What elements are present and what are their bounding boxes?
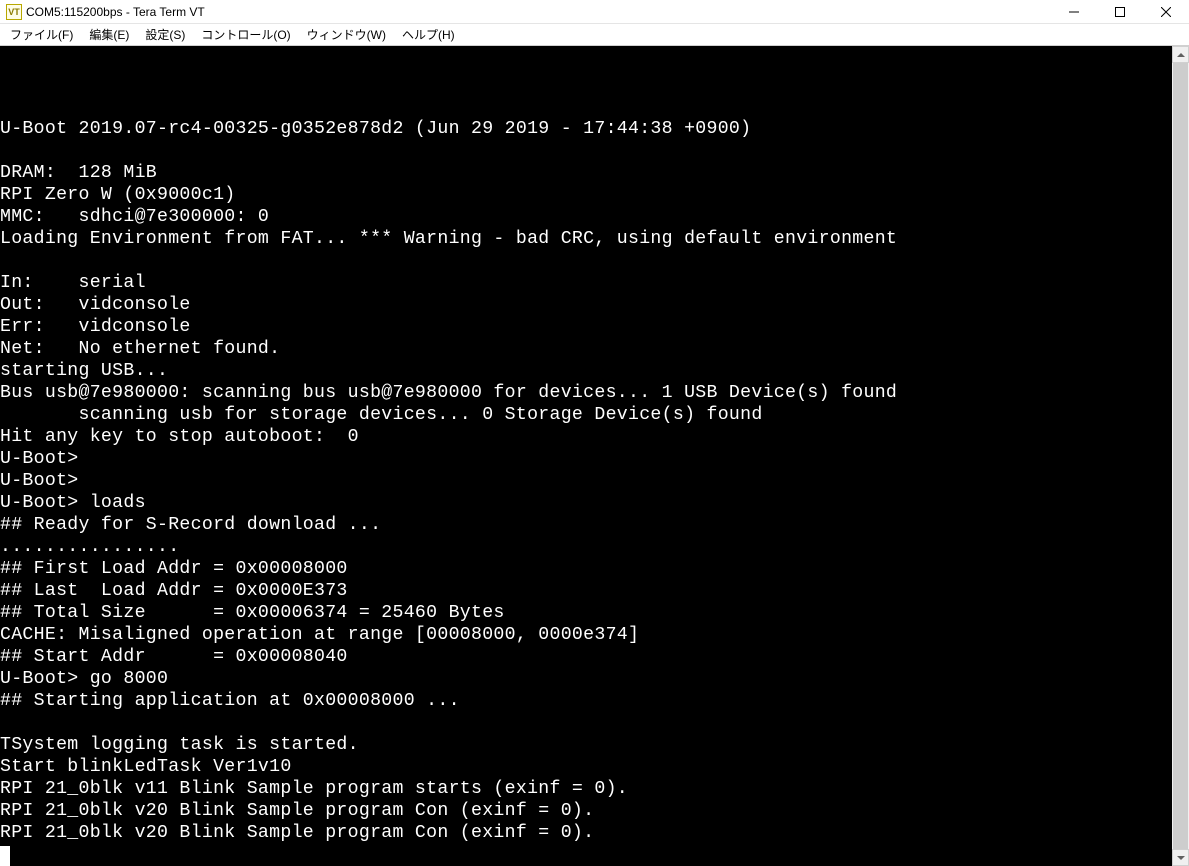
window-title: COM5:115200bps - Tera Term VT bbox=[26, 5, 205, 19]
menu-window[interactable]: ウィンドウ(W) bbox=[299, 24, 394, 45]
terminal-cursor bbox=[0, 846, 10, 866]
maximize-button[interactable] bbox=[1097, 0, 1143, 24]
menu-help[interactable]: ヘルプ(H) bbox=[394, 24, 463, 45]
scrollbar-thumb[interactable] bbox=[1173, 63, 1188, 849]
menu-control[interactable]: コントロール(O) bbox=[193, 24, 298, 45]
terminal-output[interactable]: U-Boot 2019.07-rc4-00325-g0352e878d2 (Ju… bbox=[0, 46, 1172, 866]
menu-setup[interactable]: 設定(S) bbox=[137, 24, 193, 45]
scrollbar-track[interactable] bbox=[1172, 63, 1189, 849]
window-controls bbox=[1051, 0, 1189, 23]
minimize-button[interactable] bbox=[1051, 0, 1097, 24]
terminal-area: U-Boot 2019.07-rc4-00325-g0352e878d2 (Ju… bbox=[0, 46, 1189, 866]
scroll-up-button[interactable] bbox=[1172, 46, 1189, 63]
app-icon: VT bbox=[6, 4, 22, 20]
vertical-scrollbar[interactable] bbox=[1172, 46, 1189, 866]
close-button[interactable] bbox=[1143, 0, 1189, 24]
menu-edit[interactable]: 編集(E) bbox=[81, 24, 137, 45]
menu-bar: ファイル(F) 編集(E) 設定(S) コントロール(O) ウィンドウ(W) ヘ… bbox=[0, 24, 1189, 46]
scroll-down-button[interactable] bbox=[1172, 849, 1189, 866]
menu-file[interactable]: ファイル(F) bbox=[2, 24, 81, 45]
window-titlebar: VT COM5:115200bps - Tera Term VT bbox=[0, 0, 1189, 24]
